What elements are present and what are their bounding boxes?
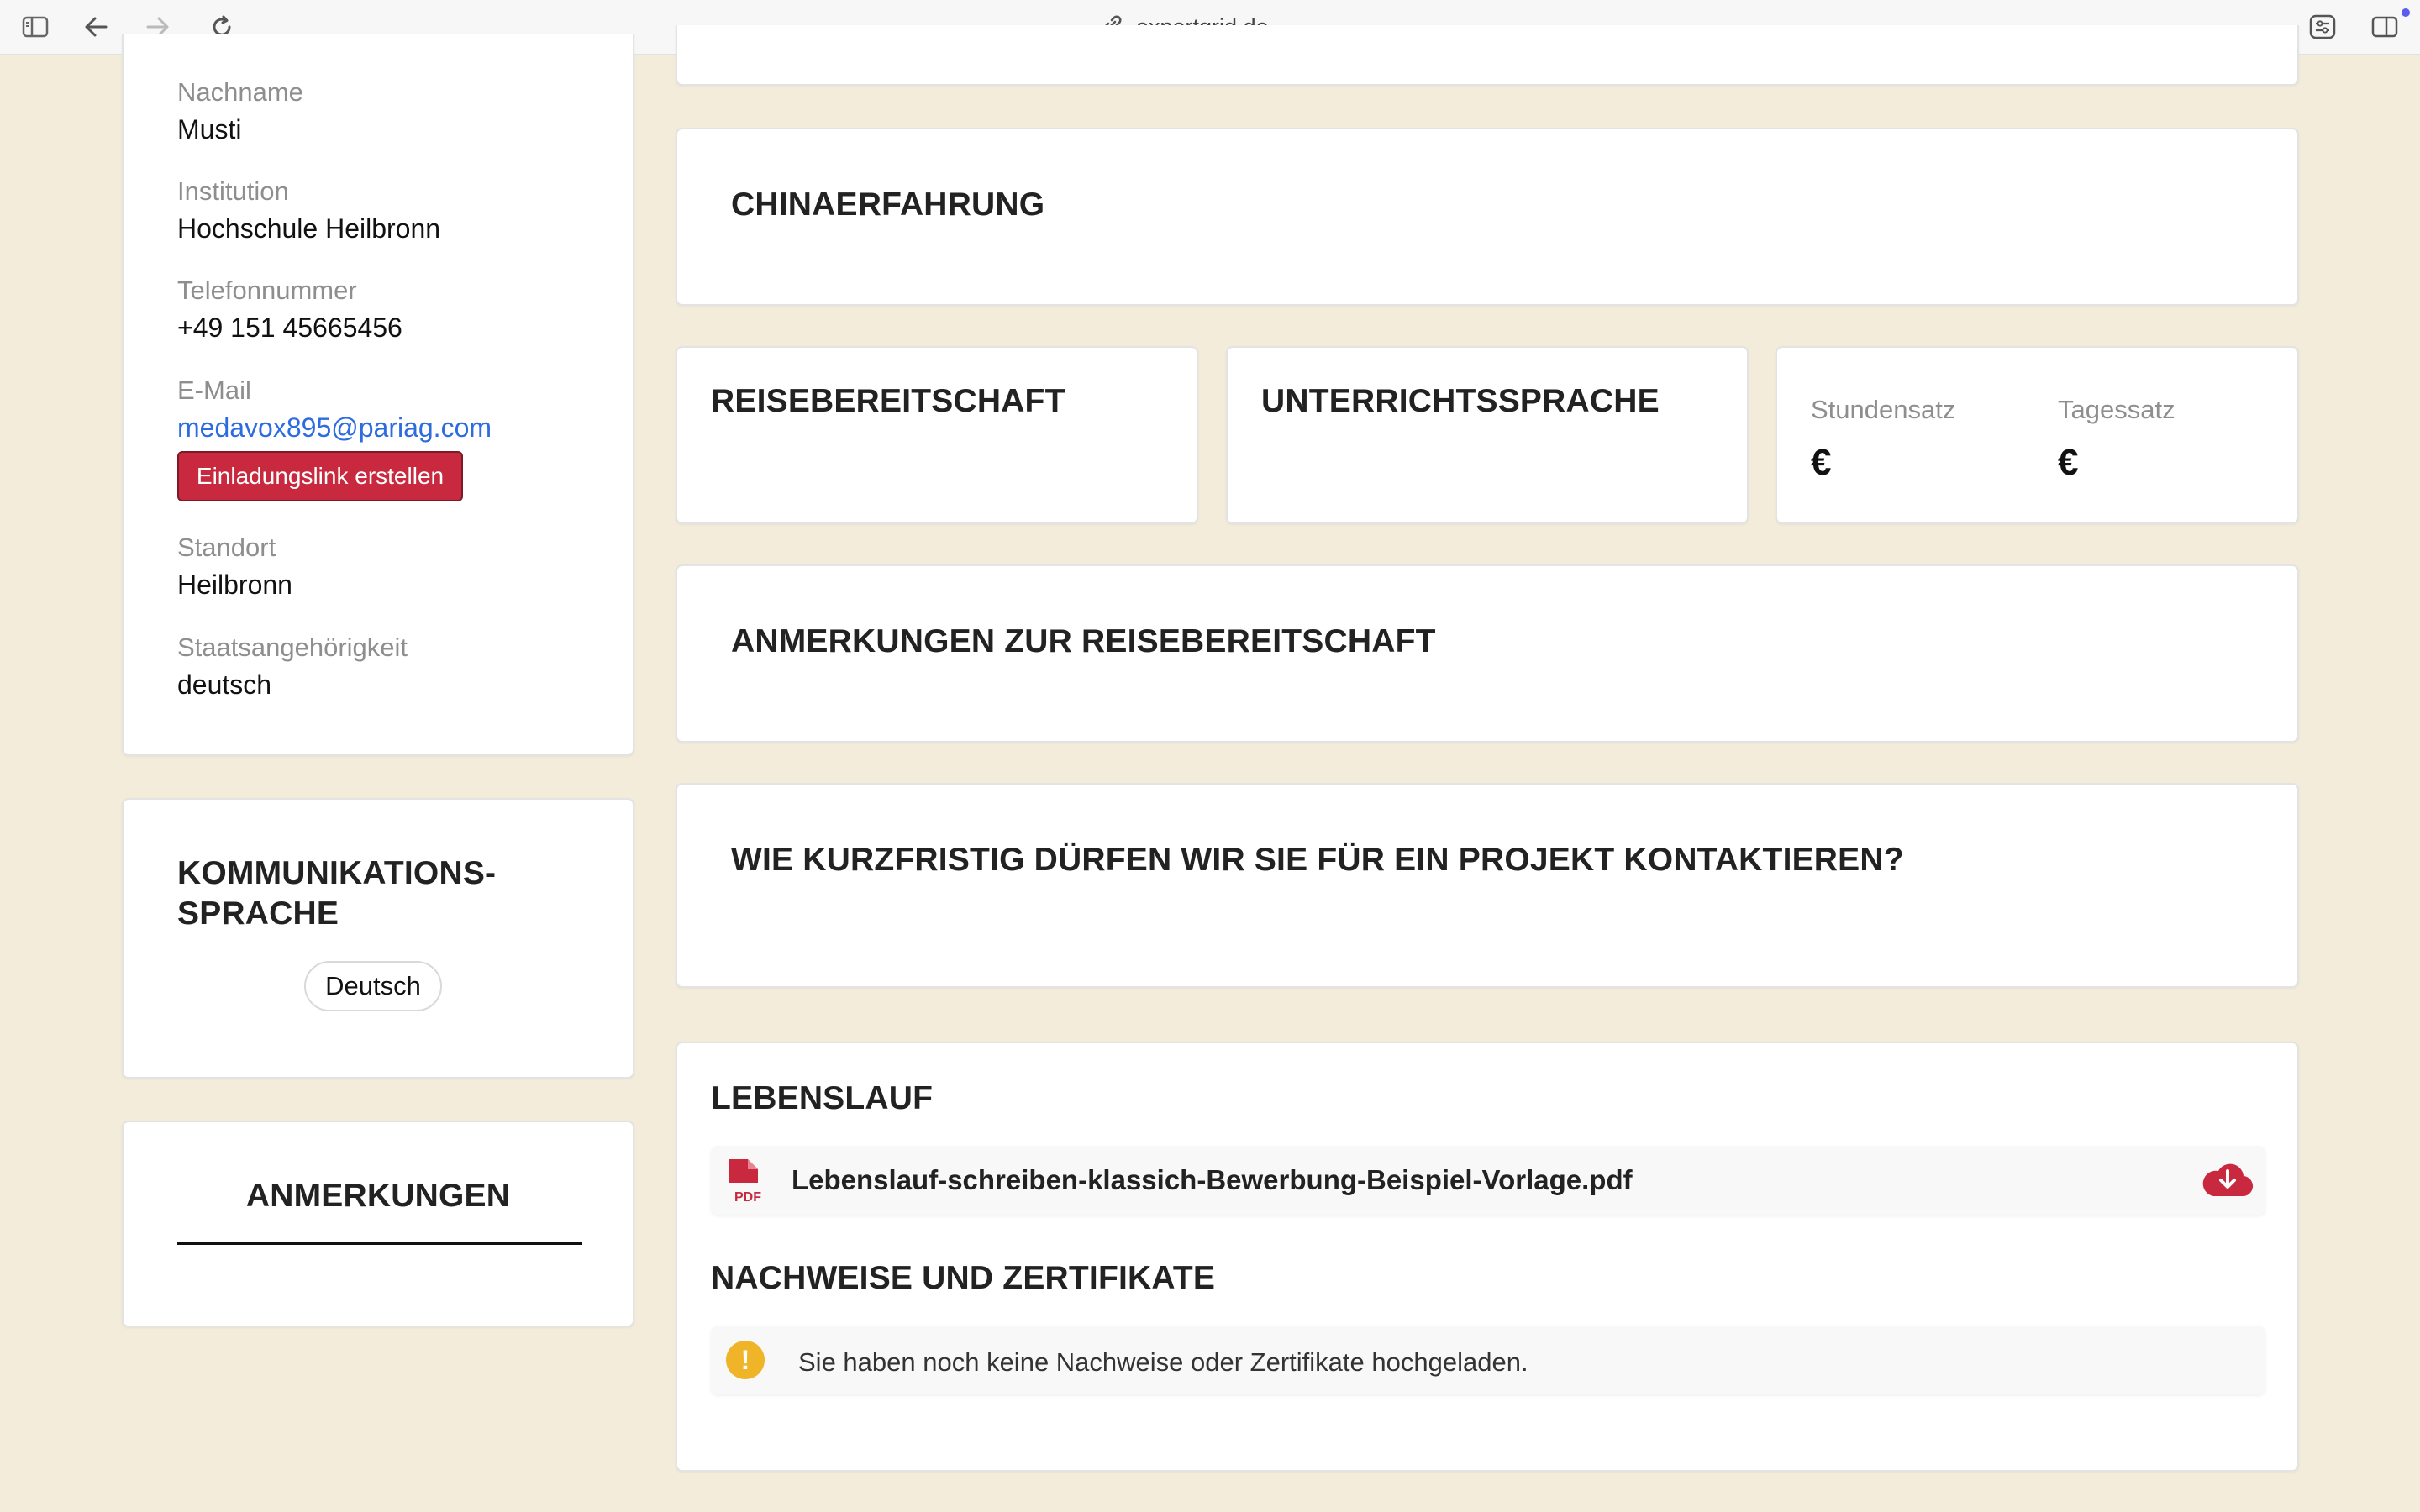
email-link[interactable]: medavox895@pariag.com <box>177 412 492 444</box>
china-experience-card: CHINAERFAHRUNG <box>676 128 2299 306</box>
teaching-language-card: UNTERRICHTSSPRACHE <box>1226 346 1749 524</box>
create-invite-link-button[interactable]: Einladungslink erstellen <box>177 451 463 501</box>
contact-timing-card: WIE KURZFRISTIG DÜRFEN WIR SIE FÜR EIN P… <box>676 783 2299 988</box>
pdf-badge: PDF <box>734 1190 761 1205</box>
daily-rate-label: Tagessatz <box>2058 395 2175 424</box>
travel-notes-title: ANMERKUNGEN ZUR REISEBEREITSCHAFT <box>731 623 1436 659</box>
nachname-label: Nachname <box>177 77 303 107</box>
extension-icon[interactable] <box>2309 13 2336 40</box>
teaching-language-title: UNTERRICHTSSPRACHE <box>1261 383 1660 419</box>
china-experience-title: CHINAERFAHRUNG <box>731 186 1045 223</box>
profile-card: Nachname Musti Institution Hochschule He… <box>122 34 634 756</box>
split-view-icon[interactable] <box>2371 13 2398 40</box>
warning-glyph: ! <box>740 1344 750 1375</box>
certificates-empty-text: Sie haben noch keine Nachweise oder Zert… <box>798 1347 1528 1377</box>
institution-label: Institution <box>177 176 289 206</box>
communication-language-card: KOMMUNIKATIONS- SPRACHE Deutsch <box>122 798 634 1079</box>
notification-dot <box>2402 8 2410 17</box>
communication-title-line1: KOMMUNIKATIONS- <box>177 855 497 891</box>
pdf-file-icon: PDF <box>726 1158 766 1209</box>
documents-card: LEBENSLAUF PDF Lebenslauf-schreiben-klas… <box>676 1042 2299 1472</box>
telefon-label: Telefonnummer <box>177 276 357 305</box>
hourly-rate-value: € <box>1811 442 1832 483</box>
telefon-value: +49 151 45665456 <box>177 312 402 343</box>
notes-underline <box>177 1242 582 1245</box>
certificates-empty-notice: ! Sie haben noch keine Nachweise oder Ze… <box>711 1326 2265 1394</box>
nachname-value: Musti <box>177 114 242 144</box>
cv-file-row[interactable]: PDF Lebenslauf-schreiben-klassich-Bewerb… <box>711 1146 2265 1215</box>
notes-card: ANMERKUNGEN <box>122 1121 634 1327</box>
certificates-title: NACHWEISE UND ZERTIFIKATE <box>711 1260 1216 1296</box>
standort-label: Standort <box>177 533 276 562</box>
cv-file-name[interactable]: Lebenslauf-schreiben-klassich-Bewerbung-… <box>792 1164 1633 1196</box>
institution-value: Hochschule Heilbronn <box>177 213 441 244</box>
back-arrow-icon[interactable] <box>82 13 109 40</box>
top-partial-card <box>676 25 2299 86</box>
rates-card: Stundensatz € Tagessatz € <box>1776 346 2299 524</box>
staatsangehoerigkeit-value: deutsch <box>177 669 272 700</box>
language-chip: Deutsch <box>304 961 442 1011</box>
daily-rate-value: € <box>2058 442 2079 483</box>
cloud-download-icon[interactable] <box>2200 1158 2254 1205</box>
travel-readiness-card: REISEBEREITSCHAFT <box>676 346 1198 524</box>
contact-timing-title: WIE KURZFRISTIG DÜRFEN WIR SIE FÜR EIN P… <box>731 842 1904 878</box>
notes-title: ANMERKUNGEN <box>245 1178 511 1214</box>
sidebar-icon[interactable] <box>22 13 49 40</box>
staatsangehoerigkeit-label: Staatsangehörigkeit <box>177 633 408 662</box>
communication-title-line2: SPRACHE <box>177 895 339 932</box>
standort-value: Heilbronn <box>177 570 292 600</box>
warning-icon: ! <box>726 1341 765 1379</box>
email-label: E-Mail <box>177 375 251 405</box>
cv-title: LEBENSLAUF <box>711 1080 934 1116</box>
travel-notes-card: ANMERKUNGEN ZUR REISEBEREITSCHAFT <box>676 564 2299 743</box>
hourly-rate-label: Stundensatz <box>1811 395 1956 424</box>
travel-readiness-title: REISEBEREITSCHAFT <box>711 383 1065 419</box>
